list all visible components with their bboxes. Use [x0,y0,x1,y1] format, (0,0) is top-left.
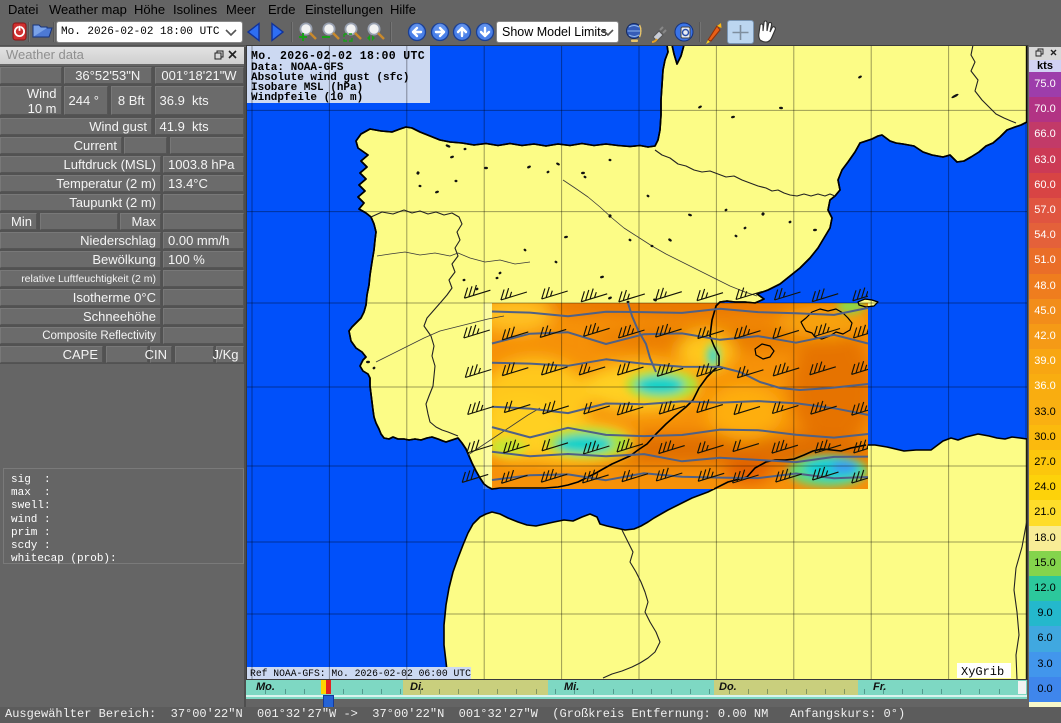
svg-text:Ref NOAA-GFS: Mo. 2026-02-02 0: Ref NOAA-GFS: Mo. 2026-02-02 06:00 UTC [250,668,471,679]
svg-text:XyGrib: XyGrib [961,665,1004,679]
svg-text:Windpfeile (10 m): Windpfeile (10 m) [251,92,363,104]
